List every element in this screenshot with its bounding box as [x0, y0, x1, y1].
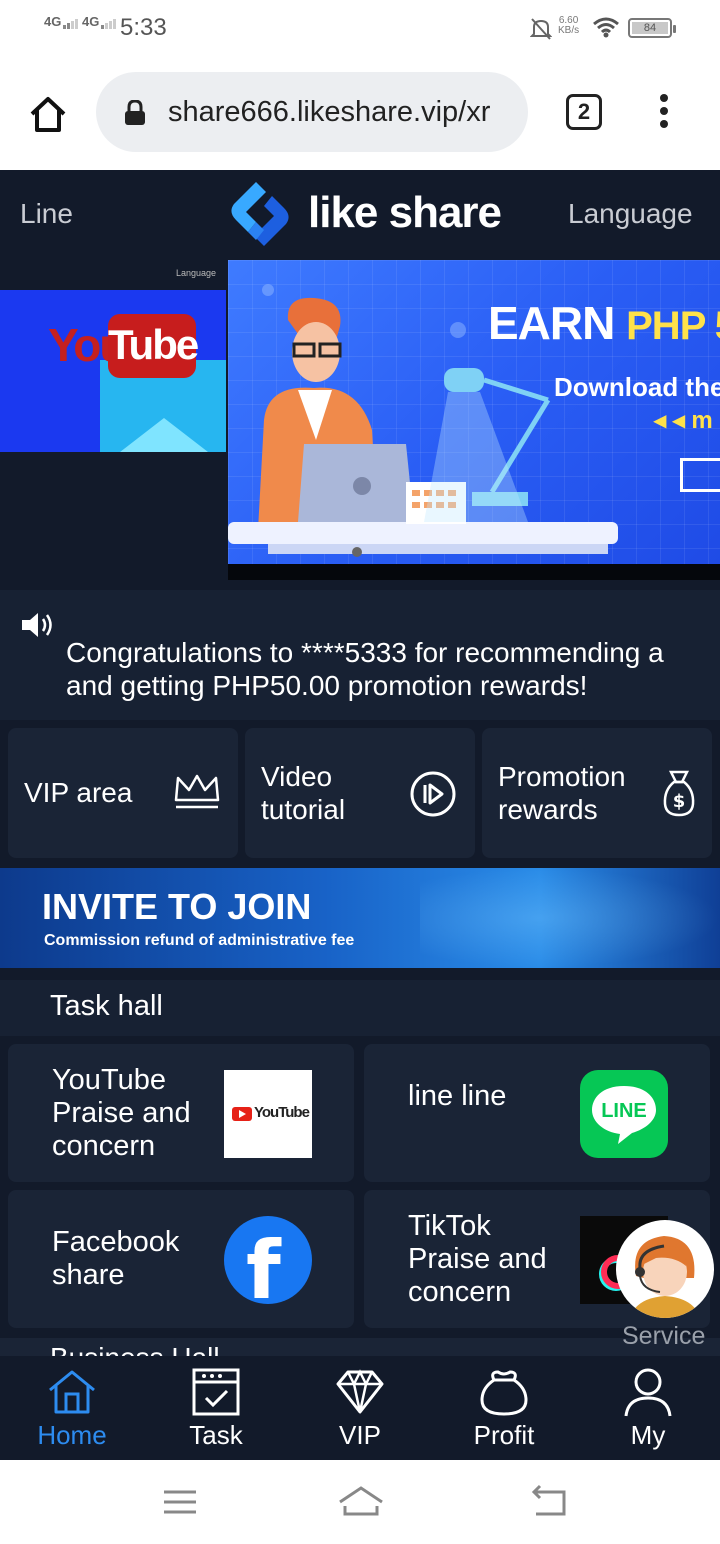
- nav-vip[interactable]: VIP: [288, 1356, 432, 1460]
- banner-earn-word: EARN: [488, 297, 615, 349]
- home-outline-icon: [30, 97, 66, 132]
- mute-bell-icon: [529, 17, 553, 46]
- system-back-button[interactable]: [528, 1482, 568, 1522]
- signal-1: 4G: [44, 14, 79, 29]
- task-hall-header: Task hall: [0, 980, 720, 1036]
- service-label: Service: [622, 1322, 706, 1350]
- facebook-icon: f: [224, 1216, 312, 1304]
- wifi-icon: [592, 16, 620, 43]
- language-link[interactable]: Language: [568, 198, 693, 230]
- speaker-icon: [20, 610, 56, 645]
- calendar-check-icon: [192, 1368, 240, 1416]
- url-text: share666.likeshare.vip/xr: [168, 96, 491, 128]
- promotion-rewards-label: Promotion rewards: [498, 761, 626, 825]
- nav-home[interactable]: Home: [0, 1356, 144, 1460]
- earn-banner-slide[interactable]: EARN PHP 50 Download the ◂ ◂ m: [228, 260, 720, 564]
- promotion-rewards-button[interactable]: Promotion rewards $: [482, 728, 712, 858]
- banner-language-mini: Language: [176, 268, 217, 278]
- nav-home-label: Home: [37, 1420, 107, 1450]
- banner-button-outline[interactable]: [680, 458, 720, 492]
- youtube-tube-text: Tube: [108, 314, 199, 378]
- banner-more-text: ◂ ◂ m: [654, 407, 713, 434]
- nav-profit[interactable]: Profit: [432, 1356, 576, 1460]
- svg-text:$: $: [673, 791, 686, 812]
- facebook-logo-text: f: [246, 1224, 281, 1304]
- tab-switcher-button[interactable]: 2: [566, 94, 602, 130]
- task-card-label: line line: [408, 1080, 507, 1112]
- nav-profit-label: Profit: [473, 1420, 535, 1450]
- announcement-bar: Congratulations to ****5333 for recommen…: [0, 590, 720, 720]
- likeshare-logo-icon: [226, 178, 294, 255]
- crown-icon: [172, 772, 222, 817]
- bottom-navigation: Home Task VIP Profit My: [0, 1356, 720, 1460]
- nav-task-label: Task: [189, 1420, 243, 1450]
- money-bag-icon: $: [662, 768, 696, 823]
- nav-vip-label: VIP: [339, 1420, 381, 1450]
- signal-2: 4G: [82, 14, 117, 29]
- banner-download-text: Download the: [554, 372, 720, 402]
- task-card-line[interactable]: line line LINE: [364, 1044, 710, 1182]
- business-hall-peek: Business Hall: [0, 1338, 720, 1356]
- user-icon: [624, 1368, 672, 1417]
- task-card-label: TikTok Praise and concern: [408, 1210, 547, 1308]
- home-icon: [49, 1370, 95, 1414]
- carousel-indicator: [352, 544, 362, 562]
- lock-icon: [124, 99, 146, 131]
- banner-earn-headline: EARN PHP 50: [488, 296, 720, 350]
- nav-task[interactable]: Task: [144, 1356, 288, 1460]
- invite-title: INVITE TO JOIN: [42, 886, 312, 927]
- browser-home-button[interactable]: [28, 94, 68, 134]
- app-logo-text: like share: [308, 188, 502, 237]
- diamond-icon: [336, 1369, 384, 1414]
- banner-earn-amount: PHP 50: [626, 304, 720, 348]
- business-hall-title: Business Hall: [50, 1342, 220, 1356]
- home-chevron-icon: [339, 1486, 383, 1516]
- service-agent-avatar-icon: [630, 1236, 700, 1318]
- customer-service-button[interactable]: [616, 1220, 714, 1318]
- task-card-label: Facebook share: [52, 1226, 180, 1291]
- money-bag-icon: [480, 1370, 528, 1416]
- banner-bottom-strip: [228, 564, 720, 580]
- video-tutorial-button[interactable]: Video tutorial: [245, 728, 475, 858]
- line-logo-text: LINE: [601, 1100, 647, 1122]
- battery-level: 84: [632, 22, 668, 34]
- task-hall-title: Task hall: [50, 990, 163, 1022]
- system-navigation-bar: [0, 1460, 720, 1544]
- banner-carousel[interactable]: Language You Tube EARN PHP Download the …: [0, 260, 720, 586]
- app-header: Line like share Language: [0, 170, 720, 260]
- line-link[interactable]: Line: [20, 198, 73, 230]
- youtube-icon: YouTube: [224, 1070, 312, 1158]
- invite-subtitle: Commission refund of administrative fee: [44, 932, 355, 949]
- invite-banner[interactable]: INVITE TO JOIN Commission refund of admi…: [0, 868, 720, 968]
- clock: 5:33: [120, 14, 167, 41]
- signal-2-label: 4G: [82, 14, 100, 29]
- announcement-text: Congratulations to ****5333 for recommen…: [66, 637, 664, 701]
- vip-area-label: VIP area: [24, 777, 133, 808]
- signal-1-label: 4G: [44, 14, 62, 29]
- line-app-icon: LINE: [580, 1070, 668, 1158]
- browser-menu-button[interactable]: [654, 94, 674, 134]
- vip-area-button[interactable]: VIP area: [8, 728, 238, 858]
- battery-icon: 84: [628, 18, 676, 38]
- system-home-button[interactable]: [336, 1482, 386, 1522]
- status-bar: 4G 4G 5:33 6.60 KB/s 84: [0, 0, 720, 58]
- speed-unit: KB/s: [558, 25, 580, 36]
- menu-lines-icon: [164, 1490, 196, 1514]
- video-tutorial-label: Video tutorial: [261, 761, 346, 825]
- task-card-label: YouTube Praise and concern: [52, 1064, 191, 1162]
- task-card-youtube[interactable]: YouTube Praise and concern YouTube: [8, 1044, 354, 1182]
- nav-my-label: My: [630, 1420, 666, 1450]
- youtube-logo-text: YouTube: [254, 1104, 310, 1121]
- network-speed: 6.60 KB/s: [558, 16, 579, 36]
- address-bar[interactable]: share666.likeshare.vip/xr: [96, 72, 528, 152]
- youtube-banner-slide[interactable]: You Tube: [0, 290, 226, 452]
- play-circle-icon: [409, 770, 457, 823]
- browser-toolbar: share666.likeshare.vip/xr 2: [0, 58, 720, 170]
- back-arrow-icon: [531, 1484, 566, 1516]
- task-card-facebook[interactable]: Facebook share f: [8, 1190, 354, 1328]
- recent-apps-button[interactable]: [160, 1482, 200, 1522]
- nav-my[interactable]: My: [576, 1356, 720, 1460]
